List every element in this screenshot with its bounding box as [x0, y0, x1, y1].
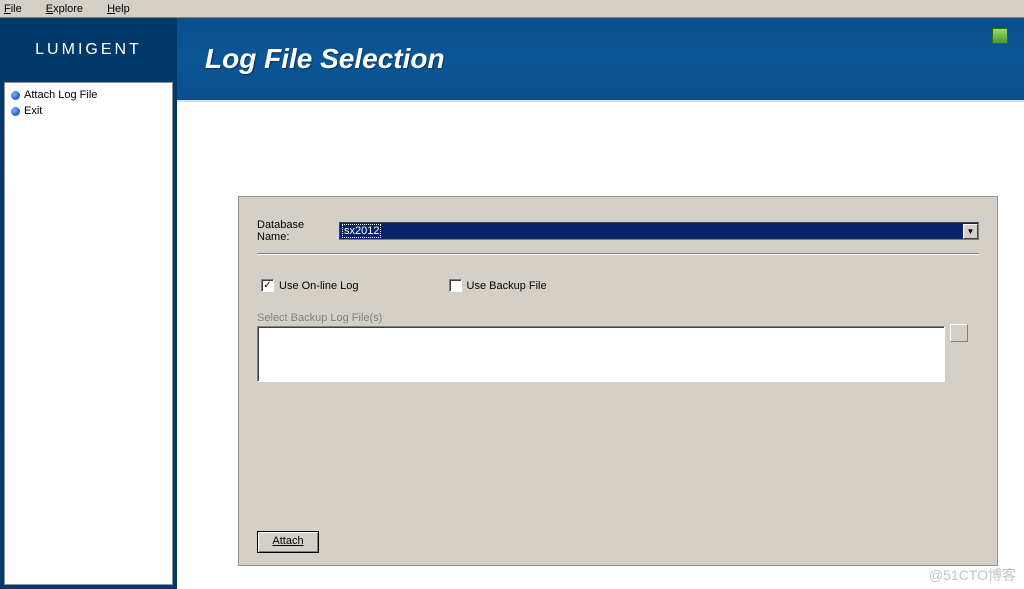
database-select-value: sx2012 — [342, 224, 381, 238]
backup-file-label: Select Backup Log File(s) — [257, 312, 979, 324]
menu-bar: File Explore Help — [0, 0, 1024, 18]
brand-logo: LUMIGENT — [0, 18, 177, 82]
use-online-log-label: Use On-line Log — [279, 280, 359, 292]
form-panel: Database Name: sx2012 ▼ ✓ Use On-line Lo… — [238, 196, 998, 566]
attach-button[interactable]: Attach — [257, 531, 319, 553]
app-container: LUMIGENT Attach Log File Exit Log File S… — [0, 18, 1024, 589]
backup-file-row — [257, 324, 979, 385]
use-backup-file-checkbox[interactable] — [449, 279, 462, 292]
nav-item-label: Exit — [24, 105, 42, 117]
body-area: Database Name: sx2012 ▼ ✓ Use On-line Lo… — [177, 102, 1024, 589]
database-row: Database Name: sx2012 ▼ — [257, 219, 979, 243]
menu-file[interactable]: File — [4, 3, 34, 15]
nav-panel: Attach Log File Exit — [4, 82, 173, 585]
attach-button-label: Attach — [272, 535, 303, 547]
chevron-down-icon[interactable]: ▼ — [963, 224, 978, 239]
use-online-log-group[interactable]: ✓ Use On-line Log — [261, 279, 359, 292]
refresh-icon[interactable] — [992, 28, 1008, 44]
database-label: Database Name: — [257, 219, 339, 243]
database-select[interactable]: sx2012 ▼ — [339, 222, 979, 240]
backup-file-list — [257, 326, 945, 382]
browse-button[interactable] — [950, 324, 968, 342]
divider — [257, 253, 979, 255]
content-area: Log File Selection Database Name: sx2012… — [177, 18, 1024, 589]
use-backup-file-group[interactable]: Use Backup File — [449, 279, 547, 292]
nav-exit[interactable]: Exit — [11, 103, 166, 119]
bullet-icon — [11, 91, 20, 100]
menu-help[interactable]: Help — [107, 3, 142, 15]
sidebar: LUMIGENT Attach Log File Exit — [0, 18, 177, 589]
checkbox-row: ✓ Use On-line Log Use Backup File — [257, 279, 979, 292]
watermark: @51CTO博客 — [929, 565, 1016, 585]
use-online-log-checkbox[interactable]: ✓ — [261, 279, 274, 292]
page-title: Log File Selection — [205, 43, 445, 75]
menu-explore[interactable]: Explore — [46, 3, 95, 15]
bullet-icon — [11, 107, 20, 116]
use-backup-file-label: Use Backup File — [467, 280, 547, 292]
nav-attach-log-file[interactable]: Attach Log File — [11, 87, 166, 103]
title-bar: Log File Selection — [177, 18, 1024, 102]
nav-item-label: Attach Log File — [24, 89, 97, 101]
